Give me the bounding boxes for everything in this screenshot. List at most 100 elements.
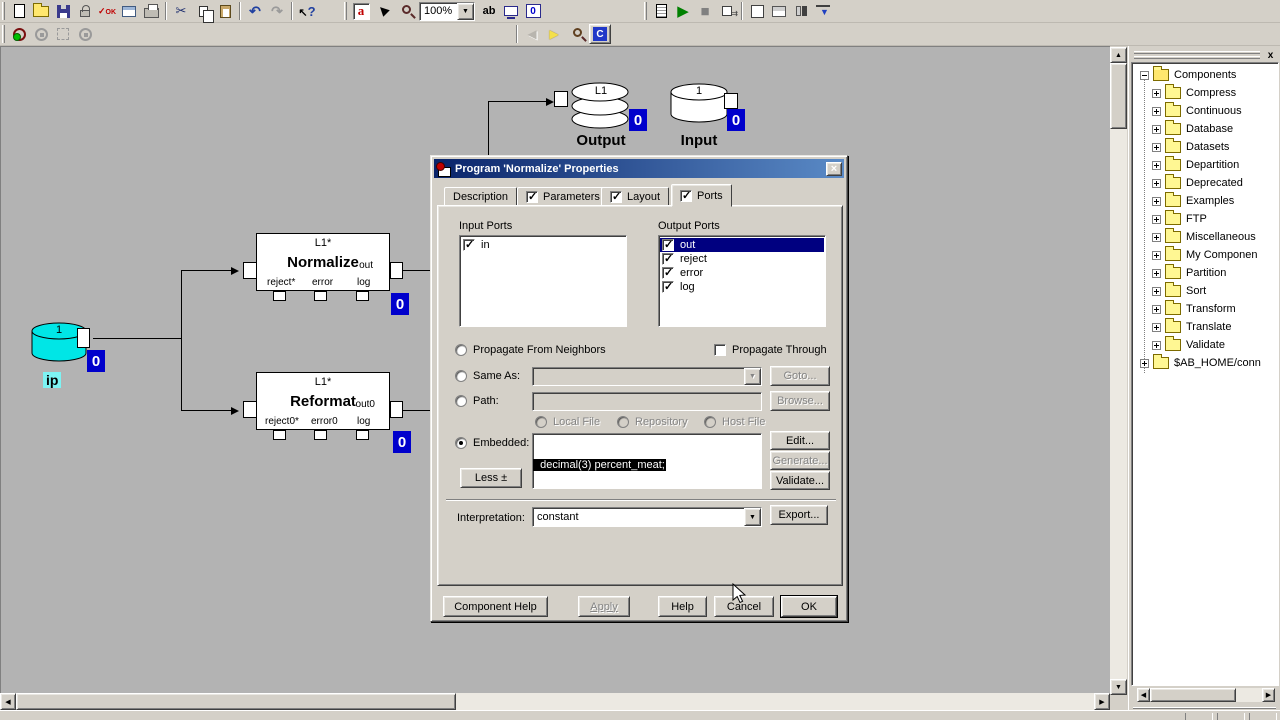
propagate-from-neighbors-option[interactable]: Propagate From Neighbors [455, 344, 606, 356]
stop-button[interactable]: ■ [694, 1, 716, 21]
cobol-button[interactable]: C [589, 24, 611, 44]
context-help-button[interactable]: ↖? [296, 1, 318, 21]
generate-button[interactable]: Generate... [770, 451, 830, 470]
text-tool-button[interactable]: ab [478, 1, 500, 21]
tree-item-label[interactable]: Departition [1186, 159, 1239, 171]
scroll-left-button[interactable]: ◀ [0, 693, 16, 710]
tree-item-label[interactable]: My Componen [1186, 249, 1258, 261]
normalize-reject-port[interactable] [273, 291, 286, 301]
tree-scroll-thumb[interactable] [1150, 688, 1236, 702]
browse-button[interactable]: Browse... [770, 391, 830, 411]
expand-icon[interactable] [1152, 214, 1161, 224]
tab-layout[interactable]: Layout [601, 187, 670, 206]
apply-button[interactable]: Apply [578, 596, 630, 617]
tab-checkbox[interactable] [610, 190, 622, 203]
tab-checkbox[interactable] [526, 190, 538, 203]
repository-option[interactable]: Repository [617, 416, 688, 428]
component-help-button[interactable]: Component Help [443, 596, 548, 617]
zoom-combo-arrow[interactable] [457, 2, 474, 20]
toolbar-grip[interactable] [2, 2, 5, 20]
output-file-in-port[interactable] [554, 91, 568, 107]
radio-button[interactable] [455, 395, 467, 407]
expand-icon[interactable] [1152, 178, 1161, 188]
validate-graph-button[interactable]: ✓OK [96, 1, 118, 21]
normalize-out-port[interactable] [390, 262, 403, 279]
print-button[interactable] [140, 1, 162, 21]
save-button[interactable] [52, 1, 74, 21]
help-button[interactable]: Help [658, 596, 707, 617]
less-button[interactable]: Less ± [460, 468, 522, 488]
tree-item-sort[interactable]: Sort [1132, 282, 1206, 300]
tab-description[interactable]: Description [444, 187, 518, 206]
expand-icon[interactable] [1152, 142, 1161, 152]
select-pointer-button[interactable]: ▶ [372, 1, 394, 21]
tree-scroll-left-button[interactable]: ◀ [1137, 688, 1150, 702]
scroll-down-button[interactable]: ▼ [1110, 679, 1127, 695]
zoom-tool-button[interactable] [394, 1, 416, 21]
tree-item-departition[interactable]: Departition [1132, 156, 1239, 174]
paste-button[interactable] [214, 1, 236, 21]
radio-button[interactable] [455, 344, 467, 356]
tree-item-label[interactable]: Compress [1186, 87, 1236, 99]
port-row-out[interactable]: out [660, 238, 824, 252]
tree-item-translate[interactable]: Translate [1132, 318, 1231, 336]
monitor-button[interactable] [500, 1, 522, 21]
tree-item-label[interactable]: Validate [1186, 339, 1225, 351]
scroll-right-button[interactable]: ▶ [1094, 693, 1110, 710]
tab-ports[interactable]: Ports [671, 184, 732, 207]
expand-icon[interactable] [1152, 196, 1161, 206]
tree-item-ftp[interactable]: FTP [1132, 210, 1207, 228]
auto-layout-button[interactable]: ▼ [812, 1, 834, 21]
radio-button[interactable] [455, 437, 467, 449]
run-button[interactable]: ▶ [672, 1, 694, 21]
toolbar-grip[interactable] [344, 2, 347, 20]
debug-run-button[interactable] [8, 24, 30, 44]
tree-item-label[interactable]: Sort [1186, 285, 1206, 297]
tree-item-examples[interactable]: Examples [1132, 192, 1234, 210]
port-checkbox[interactable] [662, 266, 674, 279]
dialog-titlebar[interactable]: Program 'Normalize' Properties [434, 159, 844, 178]
run-table-button[interactable] [118, 1, 140, 21]
tree-item-validate[interactable]: Validate [1132, 336, 1225, 354]
reformat-log-port[interactable] [356, 430, 369, 440]
layout-editor-button[interactable] [768, 1, 790, 21]
tree-item-database[interactable]: Database [1132, 120, 1233, 138]
panel-drag-handle[interactable] [1134, 51, 1260, 54]
tree-item-continuous[interactable]: Continuous [1132, 102, 1242, 120]
reformat-record-count-badge[interactable]: 0 [393, 431, 411, 453]
output-file-record-count-badge[interactable]: 0 [629, 109, 647, 131]
expand-icon[interactable] [1152, 106, 1161, 116]
radio-button[interactable] [617, 416, 629, 428]
tree-item-label[interactable]: Transform [1186, 303, 1236, 315]
tree-item-label[interactable]: Database [1186, 123, 1233, 135]
canvas-horizontal-scrollbar[interactable]: ◀ ▶ [0, 693, 1110, 710]
navigate-forward-button[interactable]: ▶ [543, 24, 565, 44]
propagate-through-checkbox[interactable] [714, 344, 726, 356]
tree-item-label[interactable]: Miscellaneous [1186, 231, 1256, 243]
interpretation-combo-arrow[interactable] [744, 508, 761, 526]
tree-item-components[interactable]: Components [1132, 66, 1236, 84]
reformat-reject-port[interactable] [273, 430, 286, 440]
dialog-close-button[interactable] [826, 161, 842, 176]
same-as-combo-arrow[interactable] [744, 368, 761, 385]
ports-view-button[interactable] [790, 1, 812, 21]
path-option[interactable]: Path: [455, 395, 499, 407]
port-row-in[interactable]: in [461, 238, 625, 252]
port-checkbox[interactable] [662, 238, 674, 251]
expand-icon[interactable] [1152, 304, 1161, 314]
tree-item-label[interactable]: Continuous [1186, 105, 1242, 117]
embedded-record-format-editor[interactable]: decimal(3) percent_meat; decimal(3) perc… [532, 433, 762, 489]
tree-item-label[interactable]: Deprecated [1186, 177, 1243, 189]
panel-resize-bar[interactable] [1133, 707, 1276, 709]
open-button[interactable] [30, 1, 52, 21]
path-field[interactable] [532, 392, 762, 411]
same-as-combo[interactable] [532, 367, 762, 386]
port-checkbox[interactable] [463, 238, 475, 251]
expand-icon[interactable] [1152, 268, 1161, 278]
reformat-in-port[interactable] [243, 401, 257, 418]
panel-drag-handle[interactable] [1134, 56, 1260, 59]
script-button[interactable] [650, 1, 672, 21]
tree-item-label[interactable]: Datasets [1186, 141, 1229, 153]
expand-icon[interactable] [1152, 124, 1161, 134]
tree-item-compress[interactable]: Compress [1132, 84, 1236, 102]
